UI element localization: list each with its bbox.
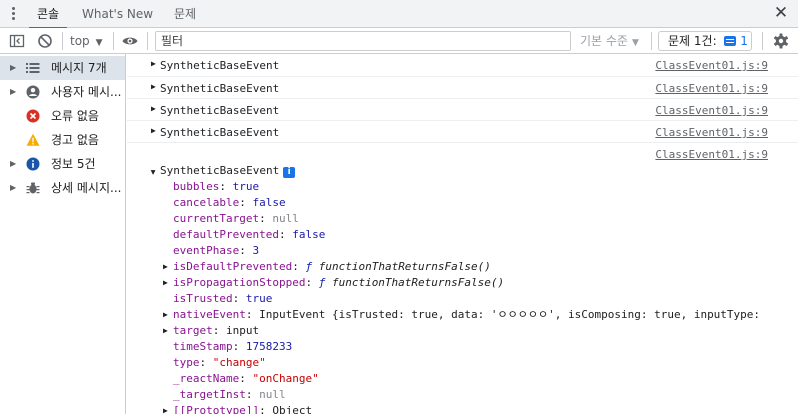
object-property: eventPhase: 3 (173, 244, 260, 257)
object-property[interactable]: ▶ isDefaultPrevented: ƒ functionThatRetur… (163, 260, 491, 274)
issues-button[interactable]: 문제 1건: 1 (658, 31, 752, 51)
toolbar-divider (113, 32, 114, 50)
object-property[interactable]: ▶ nativeEvent: InputEvent {isTrusted: tru… (163, 308, 760, 322)
expand-arrow-icon[interactable]: ▶ (10, 176, 16, 200)
context-selector[interactable]: top ▼ (70, 32, 103, 50)
message-bubble-icon (724, 36, 737, 46)
console-message[interactable]: ▶ SyntheticBaseEvent ClassEvent01.js:9 (127, 121, 798, 143)
message-text: SyntheticBaseEvent (160, 126, 280, 139)
caret-down-icon: ▼ (95, 38, 103, 48)
console-toolbar: top▼ 기본 수준▼ 문제 1건: 1 (0, 28, 798, 54)
tab-issues[interactable]: 문제 (174, 0, 196, 28)
message-text: SyntheticBaseEvent (160, 59, 280, 72)
object-property[interactable]: ▶ isPropagationStopped: ƒ functionThatRet… (163, 276, 504, 290)
sidebar-item-label: 사용자 메시... (51, 85, 122, 99)
object-property: currentTarget: null (173, 212, 299, 225)
expand-arrow-icon[interactable]: ▶ (151, 104, 156, 113)
context-label: top (70, 34, 90, 48)
source-link[interactable]: ClassEvent01.js:9 (655, 82, 768, 95)
source-link[interactable]: ClassEvent01.js:9 (655, 126, 768, 139)
devtools-tab-strip: 콘솔 What's New 문제 ✕ (0, 0, 798, 29)
sidebar-item-user-messages[interactable]: ▶ 사용자 메시... (0, 80, 125, 104)
list-icon (26, 63, 40, 73)
log-levels-label: 기본 수준 (580, 34, 628, 48)
sidebar-toggle-icon[interactable] (8, 32, 26, 50)
object-property: bubbles: true (173, 180, 260, 193)
expand-arrow-icon[interactable]: ▶ (10, 80, 16, 104)
object-property: defaultPrevented: false (173, 228, 326, 241)
console-message[interactable]: ▶ SyntheticBaseEvent ClassEvent01.js:9 (127, 99, 798, 121)
eye-icon[interactable] (121, 32, 139, 50)
caret-down-icon: ▼ (631, 38, 639, 48)
expand-arrow-icon[interactable]: ▶ (163, 308, 168, 322)
sidebar-item-warnings[interactable]: 경고 없음 (0, 128, 125, 152)
issues-label: 문제 1건: (668, 34, 717, 48)
object-property: type: "change" (173, 356, 266, 369)
close-icon[interactable]: ✕ (772, 4, 790, 22)
expand-arrow-icon[interactable]: ▶ (163, 276, 168, 290)
console-sidebar: ▶ 메시지 7개 ▶ 사용자 메시... 오류 없음 경고 없음 ▶ 정보 5건… (0, 54, 126, 414)
object-name: SyntheticBaseEvent (160, 164, 280, 177)
info-icon (26, 157, 40, 171)
expand-arrow-icon[interactable]: ▶ (151, 82, 156, 91)
tab-whats-new[interactable]: What's New (82, 0, 153, 28)
toolbar-divider (762, 32, 763, 50)
sidebar-item-label: 상세 메시지... (51, 181, 122, 195)
sidebar-item-verbose[interactable]: ▶ 상세 메시지... (0, 176, 125, 200)
bug-icon (26, 182, 40, 194)
sidebar-item-label: 정보 5건 (51, 157, 96, 171)
source-link[interactable]: ClassEvent01.js:9 (655, 104, 768, 117)
expand-arrow-icon[interactable]: ▶ (163, 260, 168, 274)
sidebar-item-label: 오류 없음 (51, 109, 99, 123)
filter-input[interactable] (155, 31, 571, 51)
user-icon (26, 85, 40, 99)
toolbar-divider (147, 32, 148, 50)
object-property[interactable]: ▶ [[Prototype]]: Object (163, 404, 312, 414)
issues-badge: 1 (724, 32, 748, 50)
message-text: SyntheticBaseEvent i (160, 164, 296, 178)
console-message[interactable]: ▶ SyntheticBaseEvent ClassEvent01.js:9 (127, 77, 798, 99)
warning-icon (26, 133, 40, 146)
object-property: isTrusted: true (173, 292, 273, 305)
info-icon[interactable]: i (283, 167, 296, 178)
object-property: timeStamp: 1758233 (173, 340, 293, 353)
expand-arrow-icon[interactable]: ▶ (163, 404, 168, 414)
message-text: SyntheticBaseEvent (160, 82, 280, 95)
expand-arrow-icon[interactable]: ▶ (163, 324, 168, 338)
object-property[interactable]: ▶ target: input (163, 324, 259, 338)
sidebar-item-messages[interactable]: ▶ 메시지 7개 (0, 56, 125, 80)
clear-console-icon[interactable] (36, 32, 54, 50)
toolbar-divider (62, 32, 63, 50)
object-property: _targetInst: null (173, 388, 286, 401)
sidebar-item-errors[interactable]: 오류 없음 (0, 104, 125, 128)
expand-arrow-icon[interactable]: ▶ (151, 59, 156, 68)
object-property: _reactName: "onChange" (173, 372, 319, 385)
error-icon (26, 109, 40, 123)
source-link[interactable]: ClassEvent01.js:9 (655, 148, 768, 161)
issues-count: 1 (740, 34, 748, 48)
sidebar-item-label: 메시지 7개 (51, 61, 107, 75)
toolbar-divider (651, 32, 652, 50)
message-text: SyntheticBaseEvent (160, 104, 280, 117)
expand-arrow-icon[interactable]: ▶ (151, 126, 156, 135)
sidebar-item-label: 경고 없음 (51, 133, 99, 147)
gear-icon[interactable] (772, 32, 790, 50)
object-property: cancelable: false (173, 196, 286, 209)
console-output: ▶ SyntheticBaseEvent ClassEvent01.js:9 ▶… (127, 54, 798, 414)
tab-console[interactable]: 콘솔 (28, 0, 68, 29)
source-link[interactable]: ClassEvent01.js:9 (655, 59, 768, 72)
collapse-arrow-icon[interactable]: ▶ (149, 170, 158, 175)
expand-arrow-icon[interactable]: ▶ (10, 152, 16, 176)
sidebar-item-info[interactable]: ▶ 정보 5건 (0, 152, 125, 176)
console-message-expanded[interactable]: ClassEvent01.js:9 ▶ SyntheticBaseEvent i … (127, 143, 798, 414)
expand-arrow-icon[interactable]: ▶ (10, 56, 16, 80)
more-options-icon[interactable] (10, 6, 16, 22)
console-message[interactable]: ▶ SyntheticBaseEvent ClassEvent01.js:9 (127, 54, 798, 77)
log-levels-dropdown[interactable]: 기본 수준 ▼ (580, 32, 639, 50)
